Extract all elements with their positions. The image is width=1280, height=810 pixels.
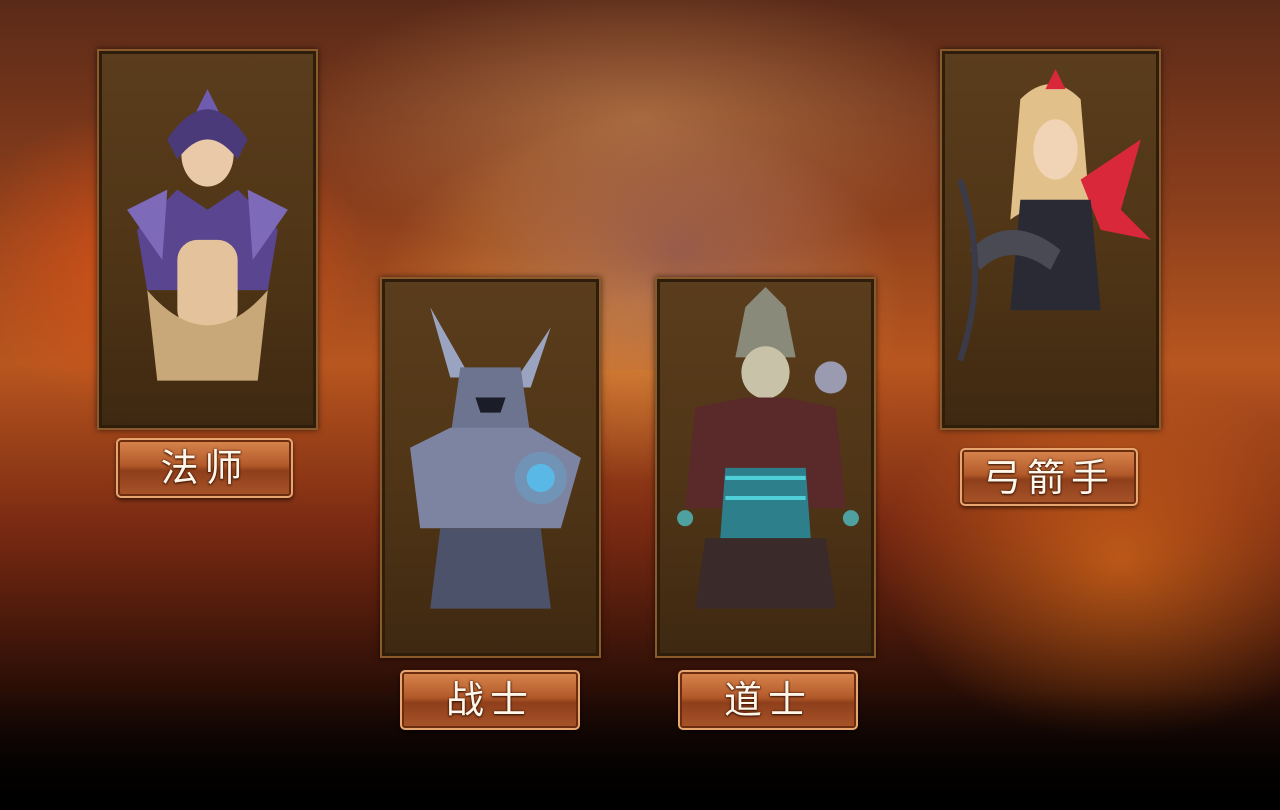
mage-portrait-icon: [127, 89, 288, 381]
class-button-warrior[interactable]: 战士: [400, 670, 580, 730]
class-button-taoist[interactable]: 道士: [678, 670, 858, 730]
taoist-portrait-icon: [677, 287, 859, 609]
archer-portrait-icon: [957, 69, 1151, 362]
class-button-mage[interactable]: 法师: [116, 438, 293, 498]
class-card-mage[interactable]: [97, 49, 318, 430]
class-card-warrior[interactable]: [380, 277, 601, 658]
class-card-taoist[interactable]: [655, 277, 876, 658]
class-card-archer[interactable]: [940, 49, 1161, 430]
class-button-archer[interactable]: 弓箭手: [960, 448, 1138, 506]
warrior-portrait-icon: [410, 307, 581, 609]
